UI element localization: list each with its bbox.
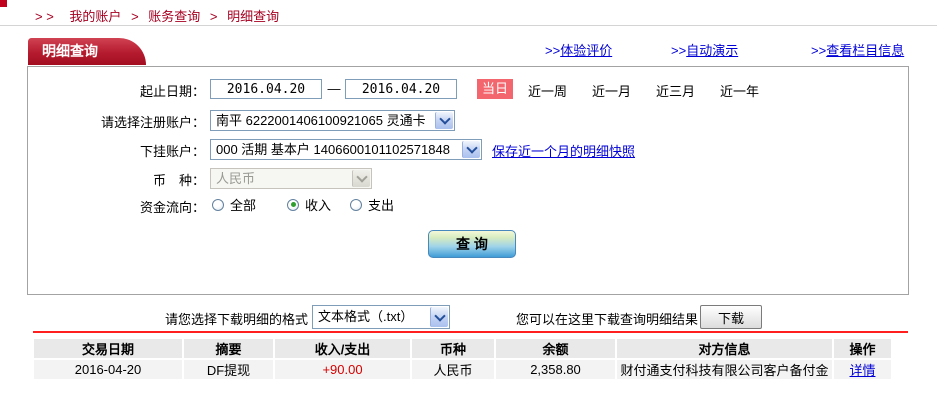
currency-select-disabled: 人民币 <box>210 168 372 189</box>
date-to-input[interactable] <box>345 79 457 99</box>
cell-counterparty: 财付通支付科技有限公司客户备付金 <box>617 360 832 379</box>
chevron-down-icon <box>462 141 480 158</box>
radio-icon <box>350 199 362 211</box>
link-experience-review[interactable]: >>体验评价 <box>545 40 612 59</box>
cell-balance: 2,358.80 <box>496 360 615 379</box>
col-balance: 余额 <box>496 339 615 358</box>
currency-label: 币 种： <box>40 170 205 189</box>
link-auto-demo[interactable]: >>自动演示 <box>671 40 738 59</box>
breadcrumb-separator: > <box>131 9 139 24</box>
sub-account-select[interactable]: 000 活期 基本户 1406600101102571848 <box>210 139 482 160</box>
corner-decoration <box>0 0 7 7</box>
cell-action: 详情 <box>834 360 891 379</box>
range-last-3-months[interactable]: 近三月 <box>656 81 695 100</box>
chevron-down-icon <box>352 170 370 187</box>
radio-flow-income[interactable]: 收入 <box>287 195 331 214</box>
breadcrumb-link-my-account[interactable]: 我的账户 <box>69 9 121 24</box>
transactions-table: 交易日期 摘要 收入/支出 币种 余额 对方信息 操作 2016-04-20 D… <box>32 337 893 381</box>
download-button[interactable]: 下载 <box>700 305 762 329</box>
breadcrumb-current: 明细查询 <box>227 9 279 24</box>
breadcrumb-prefix: > > <box>35 9 54 24</box>
radio-checked-icon <box>287 199 299 211</box>
tab-title: 明细查询 <box>42 43 98 59</box>
radio-label: 全部 <box>230 195 256 214</box>
sub-account-label: 下挂账户： <box>40 141 205 160</box>
breadcrumb-separator: > <box>210 9 218 24</box>
page: > > 我的账户 > 账务查询 > 明细查询 明细查询 >>体验评价 >>自动演… <box>0 0 937 401</box>
red-divider <box>33 331 908 333</box>
tab-detail-query: 明细查询 <box>28 38 146 65</box>
date-range-label: 起止日期： <box>40 81 205 100</box>
table-header-row: 交易日期 摘要 收入/支出 币种 余额 对方信息 操作 <box>34 339 891 358</box>
download-format-select[interactable]: 文本格式（.txt） <box>312 305 450 329</box>
registered-account-value: 南平 6222001406100921065 灵通卡 <box>216 113 426 128</box>
radio-label: 支出 <box>368 195 394 214</box>
range-last-year[interactable]: 近一年 <box>720 81 759 100</box>
download-result-label: 您可以在这里下载查询明细结果 <box>516 309 698 328</box>
date-range-separator: — <box>324 81 344 96</box>
col-currency: 币种 <box>412 339 494 358</box>
col-counterparty: 对方信息 <box>617 339 832 358</box>
radio-icon <box>212 199 224 211</box>
cell-currency: 人民币 <box>412 360 494 379</box>
range-last-month[interactable]: 近一月 <box>592 81 631 100</box>
cell-amount: +90.00 <box>275 360 410 379</box>
radio-flow-expense[interactable]: 支出 <box>350 195 394 214</box>
col-date: 交易日期 <box>34 339 182 358</box>
query-button[interactable]: 查 询 <box>428 230 516 258</box>
col-amount: 收入/支出 <box>275 339 410 358</box>
breadcrumb: > > 我的账户 > 账务查询 > 明细查询 <box>35 6 279 25</box>
link-column-info[interactable]: >>查看栏目信息 <box>811 40 904 59</box>
save-snapshot-link[interactable]: 保存近一个月的明细快照 <box>492 141 635 160</box>
currency-value: 人民币 <box>216 171 255 186</box>
table-row: 2016-04-20 DF提现 +90.00 人民币 2,358.80 财付通支… <box>34 360 891 379</box>
download-format-label: 请您选择下载明细的格式 <box>120 309 308 328</box>
range-last-week[interactable]: 近一周 <box>528 81 567 100</box>
detail-link[interactable]: 详情 <box>849 363 875 378</box>
sub-account-value: 000 活期 基本户 1406600101102571848 <box>216 142 450 157</box>
cell-date: 2016-04-20 <box>34 360 182 379</box>
download-format-value: 文本格式（.txt） <box>318 309 413 324</box>
cell-summary: DF提现 <box>184 360 273 379</box>
radio-flow-all[interactable]: 全部 <box>212 195 256 214</box>
registered-account-select[interactable]: 南平 6222001406100921065 灵通卡 <box>210 110 455 131</box>
radio-label: 收入 <box>305 195 331 214</box>
fund-flow-label: 资金流向： <box>40 197 205 216</box>
chevron-down-icon <box>430 307 448 327</box>
chevron-down-icon <box>435 112 453 129</box>
col-summary: 摘要 <box>184 339 273 358</box>
today-filter[interactable]: 当日 <box>477 79 513 99</box>
date-from-input[interactable] <box>210 79 322 99</box>
registered-account-label: 请选择注册账户： <box>40 112 205 131</box>
section-divider <box>0 25 937 26</box>
breadcrumb-link-account-query[interactable]: 账务查询 <box>148 9 200 24</box>
col-action: 操作 <box>834 339 891 358</box>
